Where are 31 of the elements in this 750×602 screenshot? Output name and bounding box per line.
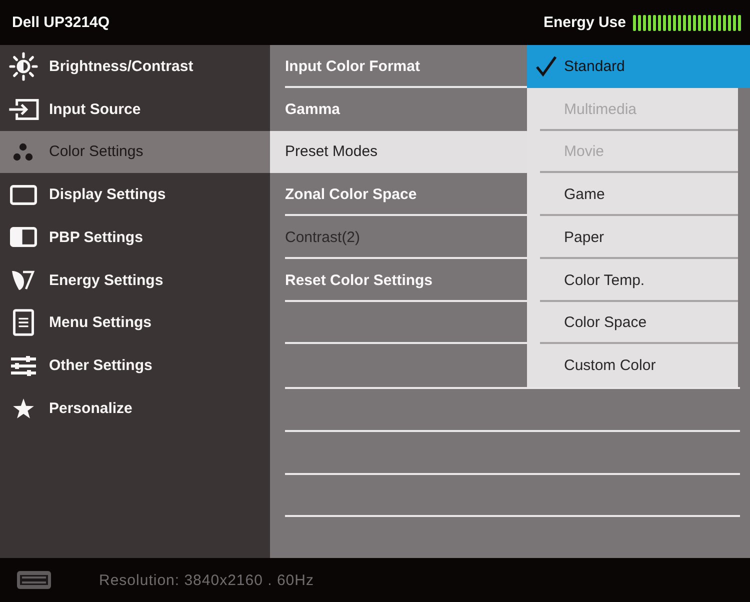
- connector-icon: [17, 571, 51, 589]
- sidebar-item[interactable]: Input Source: [0, 88, 270, 130]
- sidebar-item[interactable]: Energy Settings: [0, 258, 270, 302]
- preset-option[interactable]: Paper: [527, 216, 738, 259]
- document-icon: [12, 309, 34, 336]
- sidebar-item[interactable]: Other Settings: [0, 344, 270, 387]
- preset-option[interactable]: Color Space: [527, 302, 738, 344]
- star-icon: [12, 398, 34, 419]
- sun-icon: [8, 52, 38, 81]
- sidebar-item[interactable]: Menu Settings: [0, 302, 270, 344]
- sliders-icon: [10, 356, 36, 376]
- screen-icon: [10, 184, 36, 205]
- sidebar-item[interactable]: PBP Settings: [0, 216, 270, 259]
- sidebar-item[interactable]: Display Settings: [0, 173, 270, 216]
- dots-icon: [13, 142, 33, 161]
- preset-option[interactable]: Standard: [527, 45, 750, 88]
- preset-option[interactable]: Custom Color: [527, 344, 738, 387]
- submenu-item[interactable]: Gamma: [270, 88, 527, 130]
- split-screen-icon: [10, 227, 36, 248]
- checkmark-icon: [535, 55, 557, 78]
- leaf-icon: [11, 269, 35, 292]
- input-arrow-icon: [8, 98, 38, 120]
- submenu-item[interactable]: Preset Modes: [270, 130, 527, 174]
- resolution-text: Resolution: 3840x2160 . 60Hz: [99, 572, 314, 588]
- monitor-title: Dell UP3214Q: [12, 14, 110, 31]
- preset-option[interactable]: Game: [527, 173, 738, 216]
- sidebar-item[interactable]: Color Settings: [0, 130, 270, 174]
- sidebar-item[interactable]: Brightness/Contrast: [0, 45, 270, 88]
- energy-use-label: Energy Use: [543, 14, 626, 31]
- sidebar-item[interactable]: Personalize: [0, 387, 270, 430]
- preset-option[interactable]: Color Temp.: [527, 258, 738, 302]
